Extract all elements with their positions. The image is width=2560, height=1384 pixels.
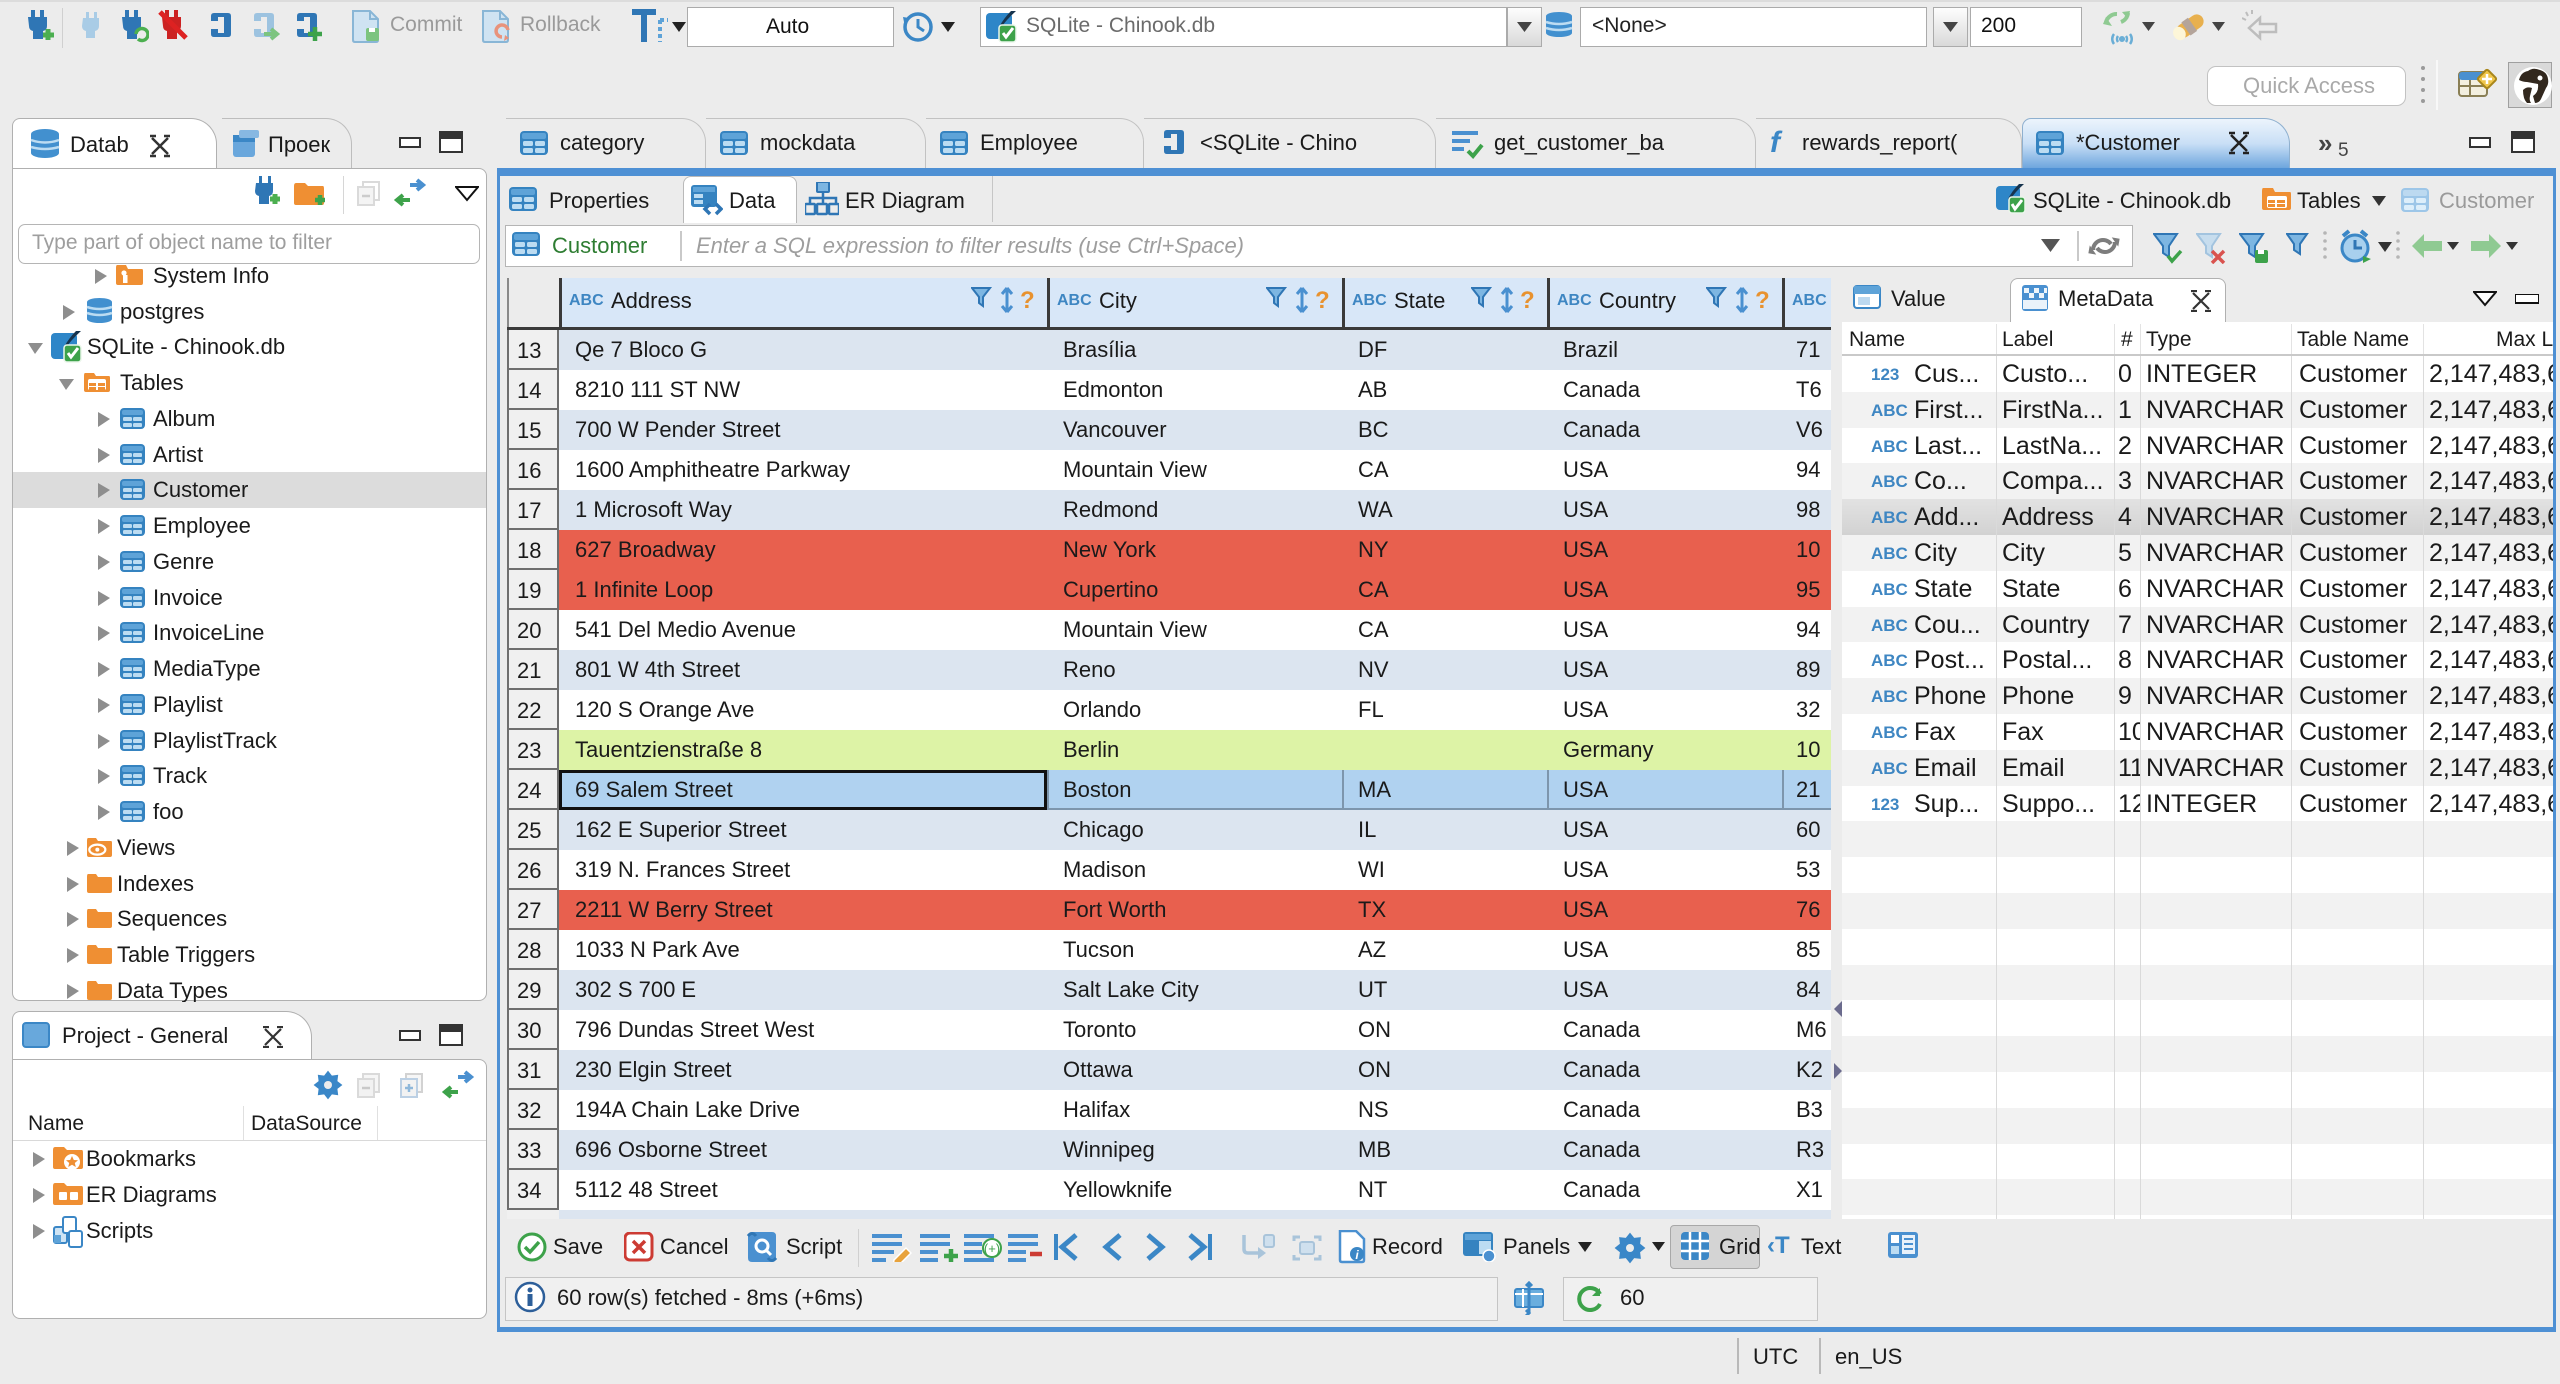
svg-text:(+): (+) (984, 1241, 1000, 1256)
